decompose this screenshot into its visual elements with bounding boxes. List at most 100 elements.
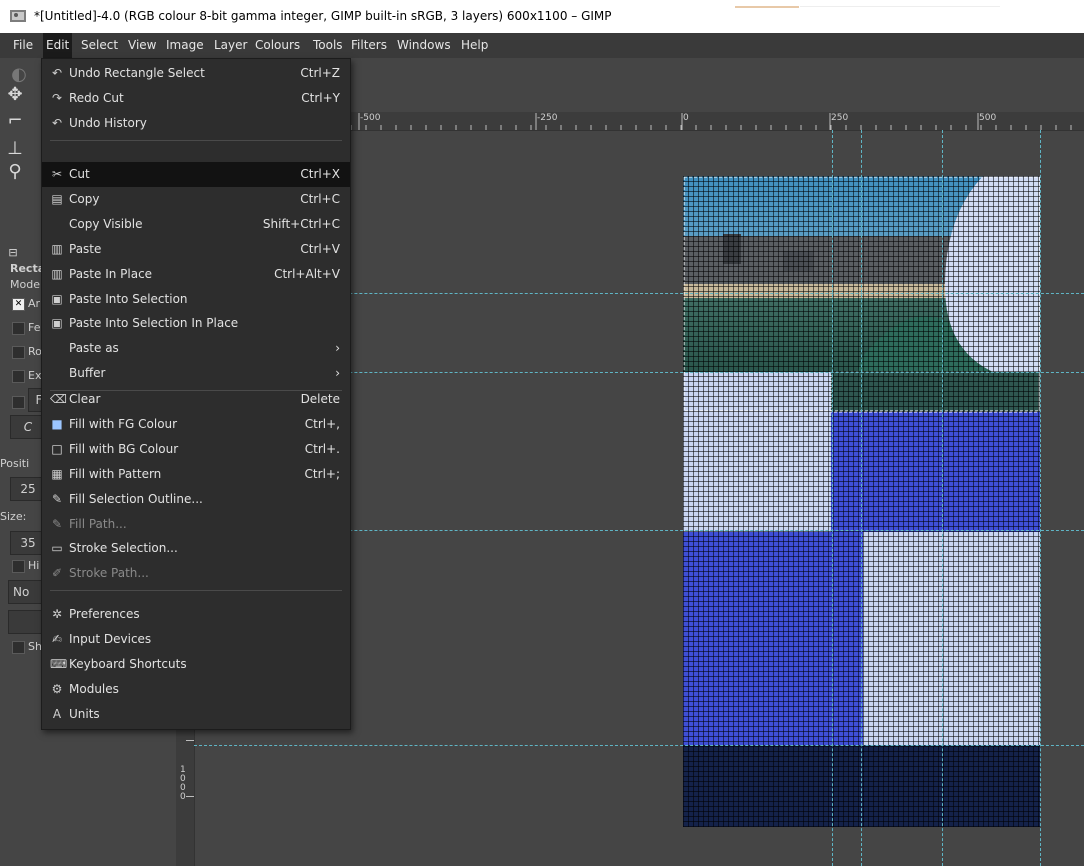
- units-icon: A: [52, 706, 62, 721]
- menu-item-fill-with-fg-colour[interactable]: ■ Fill with FG Colour Ctrl+,: [42, 412, 350, 437]
- menu-item-paste-in-place[interactable]: ▥ Paste In Place Ctrl+Alt+V: [42, 262, 350, 287]
- menu-item-paste[interactable]: ▥ Paste Ctrl+V: [42, 237, 350, 262]
- menu-item-label: Input Devices: [69, 631, 152, 646]
- menu-item-shortcut: Ctrl+.: [304, 441, 340, 456]
- undo-history-icon: ↶: [51, 115, 63, 130]
- menu-item-paste-into-selection[interactable]: ▣ Paste Into Selection: [42, 287, 350, 312]
- antialias-label: Ar: [28, 297, 41, 310]
- vertical-guide[interactable]: [832, 130, 833, 866]
- preferences-icon: ✲: [51, 607, 63, 621]
- stroke-selection-icon: ▭: [51, 541, 63, 556]
- ellipse-select-icon[interactable]: ◐: [8, 64, 30, 86]
- menu-item-label: Stroke Path...: [69, 566, 149, 581]
- menu-select[interactable]: Select: [81, 38, 118, 52]
- menu-item-redo-cut[interactable]: ↷ Redo Cut Ctrl+Y: [42, 86, 350, 111]
- menu-help[interactable]: Help: [461, 38, 488, 52]
- menu-item-label: Paste Into Selection: [69, 291, 188, 306]
- antialias-checkbox[interactable]: ✕: [12, 298, 25, 311]
- ruler-label-250: 250: [831, 113, 849, 123]
- menu-item-shortcut: Ctrl+,: [304, 416, 340, 431]
- crop-tool-icon[interactable]: ⌐: [4, 110, 26, 132]
- ruler-label-minus500: -500: [360, 113, 381, 123]
- menu-item-keyboard-shortcuts[interactable]: ⌨ Keyboard Shortcuts: [42, 652, 350, 677]
- menu-item-label: Keyboard Shortcuts: [69, 656, 187, 671]
- vertical-guide[interactable]: [1040, 130, 1041, 866]
- mode-label: Mode: [10, 278, 40, 291]
- copy-icon: ▤: [51, 191, 63, 206]
- tool-options-tab-icon[interactable]: ⊟: [6, 242, 20, 264]
- menu-item-label: Units: [69, 706, 100, 721]
- menu-item-label: Cut: [69, 167, 90, 181]
- menu-item-paste-into-selection-in-place[interactable]: ▣ Paste Into Selection In Place: [42, 311, 350, 336]
- edit-menu-dropdown: ↶ Undo Rectangle Select Ctrl+Z ↷ Redo Cut Ctr…: [41, 58, 351, 730]
- menu-item-copy-visible[interactable]: Copy Visible Shift+Ctrl+C: [42, 212, 350, 237]
- menu-item-input-devices[interactable]: ✍ Input Devices: [42, 627, 350, 652]
- menu-item-fill-with-bg-colour[interactable]: □ Fill with BG Colour Ctrl+.: [42, 437, 350, 462]
- menu-item-shortcut: Ctrl+Z: [300, 66, 340, 80]
- menu-layer[interactable]: Layer: [214, 38, 247, 52]
- keyboard-icon: ⌨: [50, 656, 68, 671]
- paste-in-place-icon: ▥: [51, 266, 63, 281]
- rounded-corners-checkbox[interactable]: [12, 346, 25, 359]
- menu-item-label: Paste Into Selection In Place: [69, 316, 239, 331]
- shrink-merged-label: Sh: [28, 640, 42, 653]
- fixed-checkbox[interactable]: [12, 396, 25, 409]
- feather-checkbox[interactable]: [12, 322, 25, 335]
- menu-image[interactable]: Image: [166, 38, 204, 52]
- paste-icon: ▥: [51, 241, 63, 256]
- menu-tools[interactable]: Tools: [313, 38, 343, 52]
- menu-windows[interactable]: Windows: [397, 38, 451, 52]
- menu-item-stroke-path: ✐ Stroke Path...: [42, 561, 350, 586]
- title-accent-line: [800, 6, 1000, 7]
- shrink-merged-checkbox[interactable]: [12, 641, 25, 654]
- menu-item-stroke-selection[interactable]: ▭ Stroke Selection...: [42, 536, 350, 561]
- menu-item-shortcut: Delete: [300, 392, 340, 406]
- menu-item-label: Paste as: [69, 341, 119, 356]
- vruler-tick: [186, 796, 194, 797]
- menu-item-label: Paste: [69, 241, 102, 256]
- menu-item-label: Fill with FG Colour: [69, 416, 178, 431]
- menu-filters[interactable]: Filters: [351, 38, 387, 52]
- clone-tool-icon[interactable]: ⊥: [4, 138, 26, 160]
- menu-item-paste-as[interactable]: Paste as ›: [42, 336, 350, 361]
- menu-view[interactable]: View: [128, 38, 156, 52]
- menu-item-fill-selection-outline[interactable]: ✎ Fill Selection Outline...: [42, 487, 350, 512]
- menu-item-shortcut: Ctrl+C: [300, 191, 340, 206]
- modules-icon: ⚙: [51, 681, 63, 696]
- menu-item-label: Fill with Pattern: [69, 466, 162, 481]
- menu-item-clear[interactable]: ⌫ Clear Delete: [42, 387, 350, 412]
- menu-item-units[interactable]: A Units: [42, 702, 350, 727]
- menu-item-label: Copy Visible: [69, 216, 143, 231]
- vruler-tick: [186, 740, 194, 741]
- menu-item-undo-rectangle-select[interactable]: ↶ Undo Rectangle Select Ctrl+Z: [42, 61, 350, 86]
- menu-edit[interactable]: Edit: [43, 33, 73, 58]
- highlight-checkbox[interactable]: [12, 560, 25, 573]
- expand-checkbox[interactable]: [12, 370, 25, 383]
- move-tool-icon[interactable]: ✥: [4, 84, 26, 106]
- menu-item-label: Undo Rectangle Select: [69, 66, 205, 80]
- undo-icon: ↶: [51, 66, 63, 80]
- fill-path-icon: ✎: [51, 516, 63, 531]
- tool-options-title: Recta: [10, 262, 46, 275]
- menu-item-buffer[interactable]: Buffer ›: [42, 361, 350, 386]
- menu-item-label: Fill Selection Outline...: [69, 491, 203, 506]
- menu-item-copy[interactable]: ▤ Copy Ctrl+C: [42, 187, 350, 212]
- menu-bar: File Edit Select View Image Layer Colour…: [0, 33, 1084, 59]
- gimp-icon: [10, 10, 26, 22]
- menu-item-label: Preferences: [69, 607, 140, 621]
- menu-item-modules[interactable]: ⚙ Modules: [42, 677, 350, 702]
- menu-item-fill-with-pattern[interactable]: ▦ Fill with Pattern Ctrl+;: [42, 462, 350, 487]
- menu-file[interactable]: File: [13, 38, 33, 52]
- menu-item-cut[interactable]: ✂ Cut Ctrl+X: [42, 162, 350, 187]
- stroke-path-icon: ✐: [51, 566, 63, 581]
- vertical-guide[interactable]: [861, 130, 862, 866]
- feather-label: Fe: [28, 321, 41, 334]
- menu-item-label: Undo History: [69, 115, 147, 130]
- menu-colours[interactable]: Colours: [255, 38, 300, 52]
- menu-item-undo-history[interactable]: ↶ Undo History: [42, 111, 350, 136]
- window-title: *[Untitled]-4.0 (RGB colour 8-bit gamma …: [34, 9, 612, 23]
- horizontal-guide[interactable]: [194, 745, 1084, 746]
- zoom-tool-icon[interactable]: ⚲: [4, 161, 26, 183]
- menu-item-preferences[interactable]: ✲ Preferences: [42, 602, 350, 627]
- vertical-guide[interactable]: [942, 130, 943, 866]
